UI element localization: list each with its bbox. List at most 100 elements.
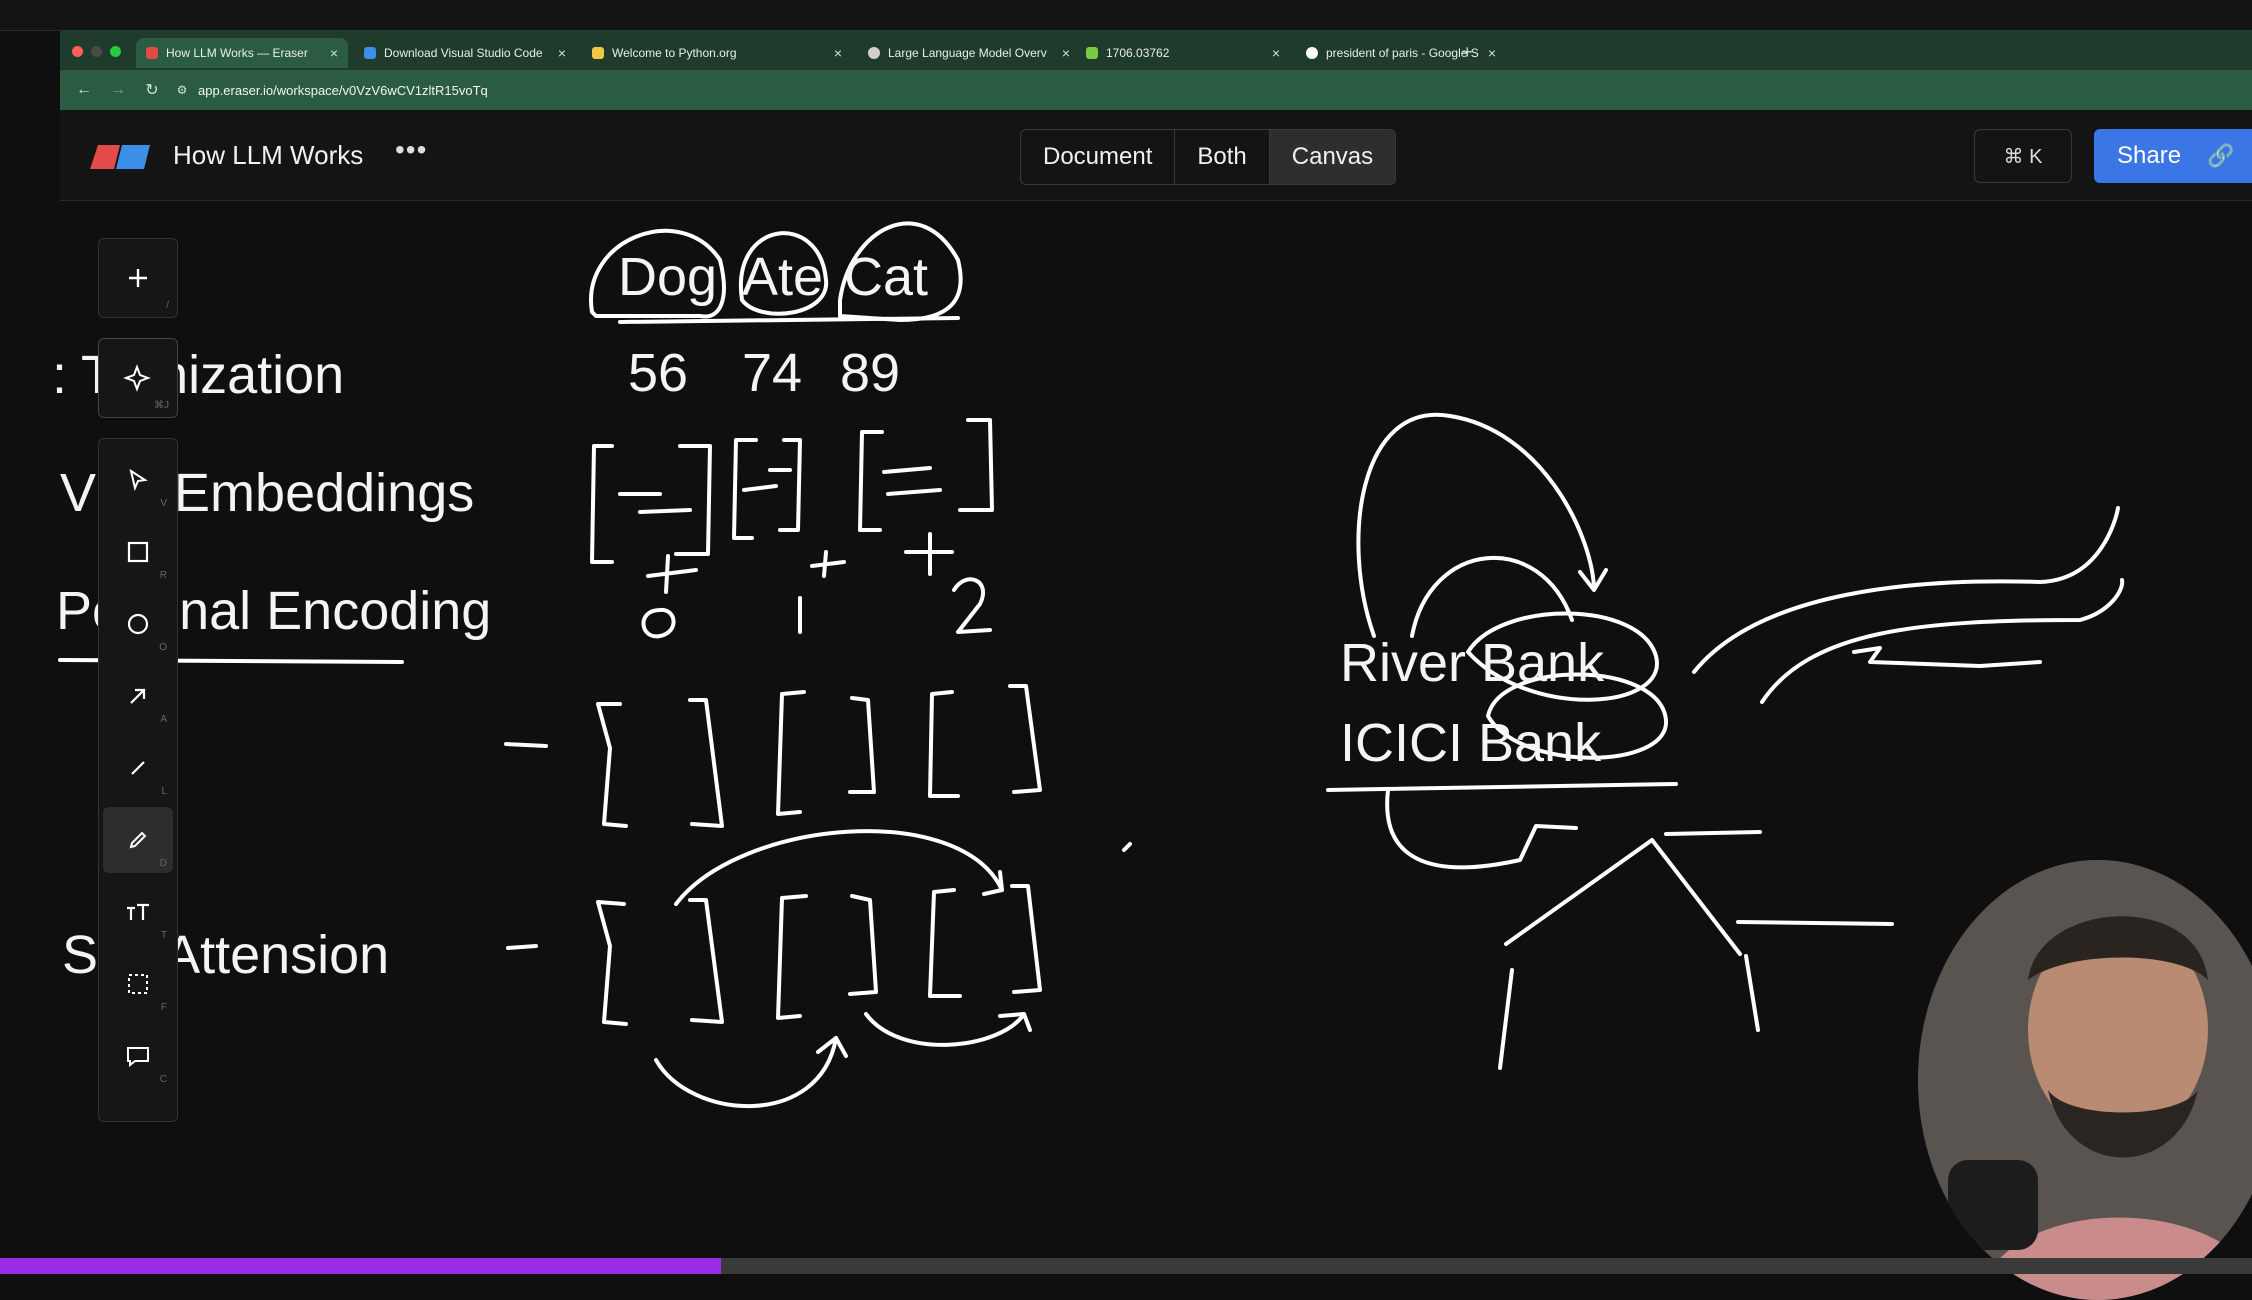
- tab-title: Large Language Model Overv: [888, 46, 1047, 60]
- close-tab-icon[interactable]: ×: [1272, 45, 1280, 61]
- pencil-tool[interactable]: D: [103, 807, 173, 873]
- bank-underline: [1326, 782, 1678, 792]
- share-label: Share: [2117, 142, 2182, 169]
- roof-shape: [1504, 838, 1742, 956]
- browser-tab[interactable]: president of paris - Google S ×: [1296, 38, 1506, 68]
- shortcut-key: D: [159, 858, 167, 869]
- bracket-pair-1c: [928, 684, 1042, 798]
- token-id-cat[interactable]: 89: [840, 342, 900, 404]
- close-tab-icon[interactable]: ×: [330, 45, 338, 61]
- river-bank-arc-large: [1356, 412, 1596, 638]
- token-id-ate[interactable]: 74: [742, 342, 802, 404]
- sparkle-icon: [123, 364, 151, 392]
- browser-chrome: How LLM Works — Eraser × Download Visual…: [60, 30, 2252, 110]
- view-canvas-button[interactable]: Canvas: [1269, 130, 1396, 184]
- close-tab-icon[interactable]: ×: [1062, 45, 1070, 61]
- pdf-favicon-icon: [1086, 47, 1098, 59]
- label-tokenization[interactable]: : T enization: [52, 344, 344, 406]
- bracket-pair-1b: [776, 690, 876, 816]
- token-cat[interactable]: Cat: [844, 246, 928, 308]
- bank-loop: [1385, 788, 1578, 870]
- reload-icon[interactable]: ↻: [142, 80, 162, 100]
- token-id-dog[interactable]: 56: [628, 342, 688, 404]
- plus-icon: [129, 269, 147, 287]
- bracket-pair-2b: [776, 894, 878, 1020]
- video-progress-bar[interactable]: [0, 1258, 2252, 1274]
- top-strip: [0, 0, 2252, 31]
- tool-palette: V R O A L D T F C: [98, 438, 178, 1122]
- shortcut-key: V: [160, 498, 167, 509]
- plus-sign-1: [646, 554, 698, 594]
- side-line: [1736, 920, 1894, 926]
- close-tab-icon[interactable]: ×: [1488, 45, 1496, 61]
- wave-scribble: [1852, 646, 2042, 668]
- document-title[interactable]: How LLM Works: [173, 140, 363, 171]
- forward-icon[interactable]: →: [108, 81, 128, 99]
- command-palette-button[interactable]: ⌘ K: [1974, 129, 2072, 183]
- comment-icon: [127, 1047, 149, 1068]
- river-bank-arc-small: [1410, 556, 1574, 638]
- square-icon: [127, 541, 149, 563]
- shortcut-key: ⌘J: [154, 400, 169, 411]
- rectangle-tool[interactable]: R: [103, 519, 173, 585]
- comment-tool[interactable]: C: [103, 1023, 173, 1089]
- python-favicon-icon: [592, 47, 604, 59]
- cursor-icon: [129, 468, 148, 492]
- eraser-logo-icon: [90, 145, 150, 169]
- shortcut-key: T: [160, 930, 167, 941]
- arrow-tool[interactable]: A: [103, 663, 173, 729]
- ai-generate-button[interactable]: ⌘J: [98, 338, 178, 418]
- browser-tab[interactable]: Welcome to Python.org ×: [582, 38, 852, 68]
- url-field[interactable]: app.eraser.io/workspace/v0VzV6wCV1zltR15…: [198, 83, 488, 98]
- embedding-bracket-1: [590, 444, 712, 564]
- shortcut-key: F: [160, 1002, 167, 1013]
- shortcut-key: C: [159, 1074, 167, 1085]
- word-icici-bank[interactable]: ICICI Bank: [1340, 712, 1601, 774]
- token-ate[interactable]: Ate: [742, 246, 823, 308]
- plus-sign-3: [904, 532, 954, 576]
- frame-icon: [128, 974, 148, 994]
- shortcut-key: A: [160, 714, 167, 725]
- share-button[interactable]: Share 🔗: [2094, 129, 2252, 183]
- browser-tab[interactable]: 1706.03762 ×: [1076, 38, 1290, 68]
- app-header: How LLM Works ••• Document Both Canvas ⌘…: [60, 110, 2252, 201]
- globe-favicon-icon: [868, 47, 880, 59]
- close-window-icon[interactable]: [72, 46, 83, 57]
- circle-icon: [127, 613, 149, 635]
- roof-line: [1664, 830, 1762, 836]
- maximize-window-icon[interactable]: [110, 46, 121, 57]
- ellipse-tool[interactable]: O: [103, 591, 173, 657]
- view-document-button[interactable]: Document: [1021, 130, 1176, 184]
- digit-zero: [641, 607, 676, 639]
- embedding-bracket-3: [858, 418, 994, 532]
- browser-tab[interactable]: Large Language Model Overv ×: [858, 38, 1080, 68]
- google-favicon-icon: [1306, 47, 1318, 59]
- digit-two: [952, 577, 992, 634]
- close-tab-icon[interactable]: ×: [834, 45, 842, 61]
- shortcut-key: R: [159, 570, 167, 581]
- browser-tab[interactable]: Download Visual Studio Code ×: [354, 38, 576, 68]
- line-tool[interactable]: L: [103, 735, 173, 801]
- view-both-button[interactable]: Both: [1175, 130, 1270, 184]
- new-tab-icon[interactable]: +: [1462, 42, 1473, 63]
- site-settings-icon[interactable]: ⚙: [172, 83, 192, 97]
- add-button[interactable]: /: [98, 238, 178, 318]
- shortcut-key: O: [159, 642, 167, 653]
- link-icon[interactable]: 🔗: [2207, 143, 2234, 169]
- back-icon[interactable]: ←: [74, 81, 94, 99]
- more-options-button[interactable]: •••: [395, 134, 427, 166]
- frame-tool[interactable]: F: [103, 951, 173, 1017]
- attention-arc-bottom: [654, 1036, 838, 1108]
- text-tool[interactable]: T: [103, 879, 173, 945]
- close-tab-icon[interactable]: ×: [558, 45, 566, 61]
- tab-strip: How LLM Works — Eraser × Download Visual…: [60, 30, 2252, 70]
- embedding-bracket-2: [732, 438, 802, 540]
- bracket-pair-2a: [596, 898, 724, 1026]
- line-icon: [131, 761, 145, 775]
- shortcut-key: L: [161, 786, 167, 797]
- word-river-bank[interactable]: River Bank: [1340, 632, 1604, 694]
- select-tool[interactable]: V: [103, 447, 173, 513]
- token-dog[interactable]: Dog: [618, 246, 717, 308]
- browser-tab[interactable]: How LLM Works — Eraser ×: [136, 38, 348, 68]
- minimize-window-icon[interactable]: [91, 46, 102, 57]
